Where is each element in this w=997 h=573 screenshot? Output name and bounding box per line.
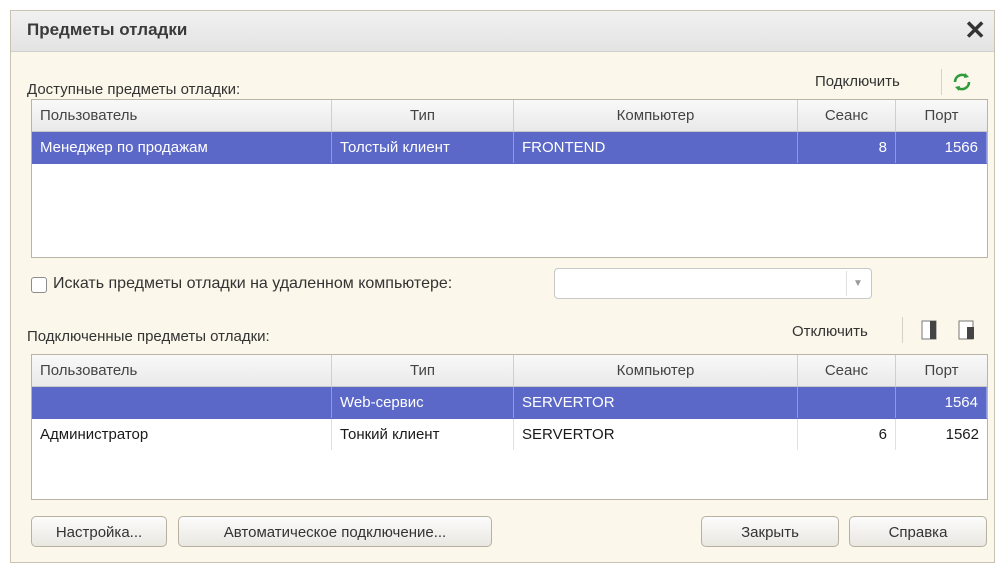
title-bar: Предметы отладки ✕ (11, 11, 994, 52)
cell-computer: FRONTEND (514, 132, 798, 163)
cell-type: Тонкий клиент (332, 419, 514, 450)
cell-user (32, 387, 332, 418)
cell-port: 1564 (896, 387, 987, 418)
remote-search-checkbox[interactable] (31, 277, 47, 293)
remote-search-label: Искать предметы отладки на удаленном ком… (53, 275, 453, 292)
cell-session: 6 (798, 419, 896, 450)
toolbar-separator (902, 317, 903, 343)
disconnect-button[interactable]: Отключить (792, 323, 868, 340)
refresh-icon[interactable] (951, 71, 973, 98)
help-button[interactable]: Справка (849, 516, 987, 547)
document-icon[interactable] (920, 319, 940, 346)
cell-port: 1562 (945, 426, 979, 443)
cell-user: Администратор (32, 419, 332, 450)
column-header-computer[interactable]: Компьютер (514, 100, 798, 131)
cell-user: Менеджер по продажам (32, 132, 332, 163)
connected-items-table: Пользователь Тип Компьютер Сеанс Порт We… (31, 354, 988, 500)
column-header-user[interactable]: Пользователь (32, 355, 332, 386)
close-icon[interactable]: ✕ (964, 15, 986, 45)
table-row[interactable]: Менеджер по продажам Толстый клиент FRON… (32, 132, 987, 164)
column-header-type[interactable]: Тип (332, 100, 514, 131)
auto-connect-button[interactable]: Автоматическое подключение... (178, 516, 492, 547)
cell-type: Толстый клиент (332, 132, 514, 163)
cell-session (798, 387, 896, 418)
column-header-session[interactable]: Сеанс (798, 100, 896, 131)
column-header-computer[interactable]: Компьютер (514, 355, 798, 386)
cell-computer: SERVERTOR (514, 387, 798, 418)
cell-session: 8 (798, 132, 896, 163)
chevron-down-icon[interactable]: ▼ (846, 271, 869, 296)
cell-port: 1566 (896, 132, 987, 163)
table-header: Пользователь Тип Компьютер Сеанс Порт (32, 355, 987, 387)
settings-button[interactable]: Настройка... (31, 516, 167, 547)
table-row[interactable]: Администратор Тонкий клиент SERVERTOR 6 … (32, 419, 987, 451)
dialog-title: Предметы отладки (27, 20, 188, 39)
column-header-user[interactable]: Пользователь (32, 100, 332, 131)
document-icon[interactable] (957, 319, 977, 346)
debug-items-dialog: Предметы отладки ✕ Доступные предметы от… (10, 10, 995, 563)
remote-computer-select[interactable]: ▼ (554, 268, 872, 299)
column-header-port[interactable]: Порт (896, 355, 987, 386)
connect-button[interactable]: Подключить (815, 73, 900, 90)
connected-items-label: Подключенные предметы отладки: (27, 328, 270, 345)
column-header-session[interactable]: Сеанс (798, 355, 896, 386)
table-row[interactable]: Web-сервис SERVERTOR 1564 (32, 387, 987, 419)
column-header-port[interactable]: Порт (896, 100, 987, 131)
available-items-table: Пользователь Тип Компьютер Сеанс Порт Ме… (31, 99, 988, 258)
cell-computer: SERVERTOR (514, 419, 798, 450)
close-button[interactable]: Закрыть (701, 516, 839, 547)
table-header: Пользователь Тип Компьютер Сеанс Порт (32, 100, 987, 132)
toolbar-separator (941, 69, 942, 95)
cell-type: Web-сервис (332, 387, 514, 418)
column-header-type[interactable]: Тип (332, 355, 514, 386)
available-items-label: Доступные предметы отладки: (27, 81, 241, 98)
